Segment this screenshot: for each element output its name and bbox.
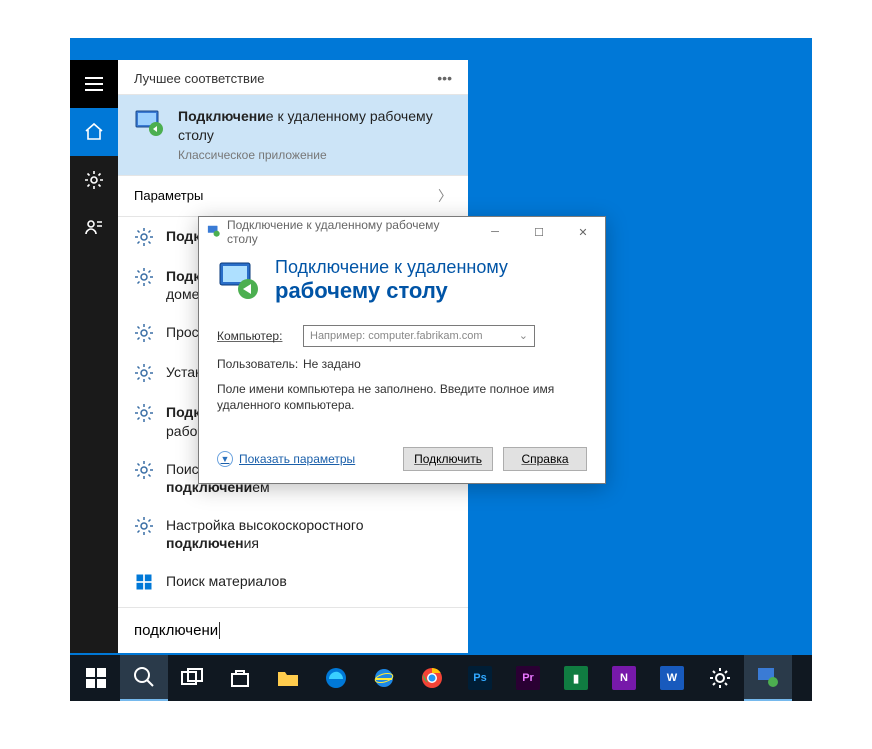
start-sidebar <box>70 60 118 653</box>
gear-icon <box>134 227 154 247</box>
rdp-titlebar[interactable]: Подключение к удаленному рабочему столу … <box>199 217 605 247</box>
search-input-row[interactable]: подключени <box>118 607 468 653</box>
store-icon <box>134 572 154 592</box>
explorer-icon[interactable] <box>264 655 312 701</box>
best-match-header: Лучшее соответствие ••• <box>118 60 468 95</box>
best-match-item[interactable]: Подключение к удаленному рабочему столу … <box>118 95 468 175</box>
show-params-link[interactable]: ▼ Показать параметры <box>217 451 393 467</box>
rdp-window-title: Подключение к удаленному рабочему столу <box>227 218 473 246</box>
help-button[interactable]: Справка <box>503 447 587 471</box>
taskbar: Ps Pr ▮ N W <box>70 655 812 701</box>
start-button[interactable] <box>72 655 120 701</box>
gear-icon <box>134 267 154 287</box>
banner-line1: Подключение к удаленному <box>275 257 508 278</box>
rdp-dialog: Подключение к удаленному рабочему столу … <box>198 216 606 484</box>
result-item[interactable]: Настройка высокоскоростного подключения <box>118 506 468 562</box>
user-value: Не задано <box>303 357 361 371</box>
chevron-down-icon: ⌄ <box>519 329 528 342</box>
connect-button[interactable]: Подключить <box>403 447 493 471</box>
chrome-icon[interactable] <box>408 655 456 701</box>
result-item[interactable]: Поиск материалов <box>118 562 468 602</box>
result-text: Поиск материалов <box>166 572 287 590</box>
computer-label: Компьютер: <box>217 329 293 343</box>
store-icon[interactable] <box>216 655 264 701</box>
minimize-button[interactable]: ─ <box>473 217 517 247</box>
edge-icon[interactable] <box>312 655 360 701</box>
search-input[interactable]: подключени <box>134 622 220 639</box>
params-section-header[interactable]: Параметры 〉 <box>118 175 468 217</box>
gear-icon <box>134 323 154 343</box>
expand-arrow-icon: ▼ <box>217 451 233 467</box>
rdp-title-icon <box>207 224 221 241</box>
app-icon-1[interactable]: ▮ <box>552 655 600 701</box>
rdp-banner-icon <box>217 258 261 302</box>
banner-line2: рабочему столу <box>275 278 508 303</box>
task-view-button[interactable] <box>168 655 216 701</box>
more-icon[interactable]: ••• <box>437 70 452 86</box>
chevron-right-icon: 〉 <box>438 186 452 206</box>
settings-button[interactable] <box>70 156 118 204</box>
hamburger-button[interactable] <box>70 60 118 108</box>
ie-icon[interactable] <box>360 655 408 701</box>
rdp-taskbar-icon[interactable] <box>744 655 792 701</box>
onenote-icon[interactable]: N <box>600 655 648 701</box>
search-taskbar-button[interactable] <box>120 655 168 701</box>
gear-icon <box>134 460 154 480</box>
settings-taskbar-icon[interactable] <box>696 655 744 701</box>
best-match-text: Подключение к удаленному рабочему столу … <box>178 107 452 163</box>
gear-icon <box>134 516 154 536</box>
close-button[interactable]: ✕ <box>561 217 605 247</box>
result-text: Настройка высокоскоростного подключения <box>166 516 452 552</box>
premiere-icon[interactable]: Pr <box>504 655 552 701</box>
maximize-button[interactable]: ☐ <box>517 217 561 247</box>
hint-text: Поле имени компьютера не заполнено. Введ… <box>217 381 587 413</box>
feedback-button[interactable] <box>70 204 118 252</box>
user-label: Пользователь: <box>217 357 293 371</box>
home-button[interactable] <box>70 108 118 156</box>
gear-icon <box>134 363 154 383</box>
word-icon[interactable]: W <box>648 655 696 701</box>
rdp-banner: Подключение к удаленному рабочему столу <box>199 247 605 319</box>
gear-icon <box>134 403 154 423</box>
computer-combobox[interactable]: Например: computer.fabrikam.com ⌄ <box>303 325 535 347</box>
photoshop-icon[interactable]: Ps <box>456 655 504 701</box>
rdp-app-icon <box>134 107 166 139</box>
